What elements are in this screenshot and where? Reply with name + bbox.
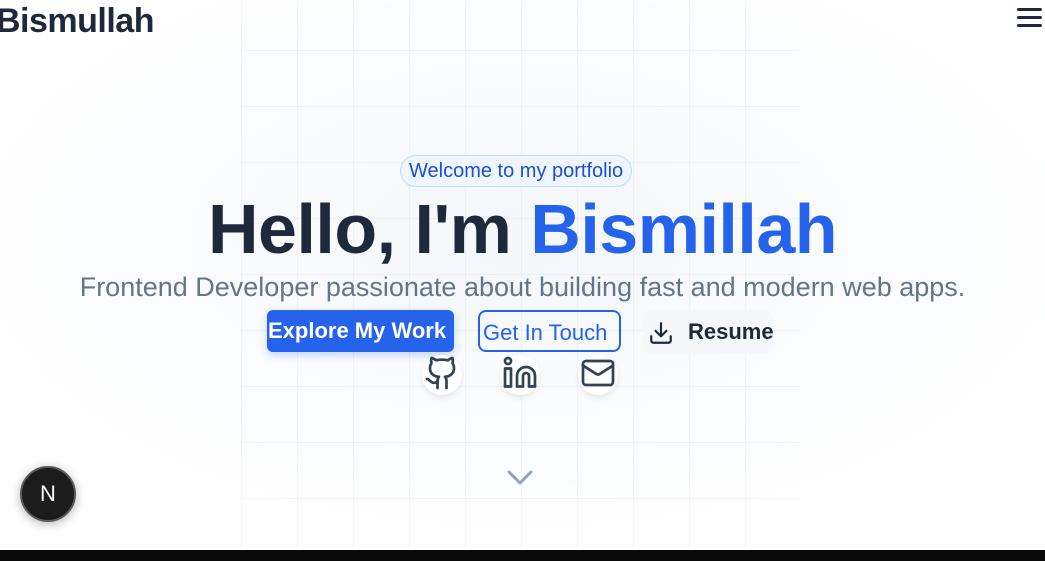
hero-subtitle: Frontend Developer passionate about buil…: [79, 272, 966, 302]
resume-label: Resume: [688, 319, 774, 344]
menu-line: [1017, 24, 1042, 27]
menu-line: [1017, 8, 1042, 11]
chevron-down-icon[interactable]: [504, 466, 536, 488]
nextjs-dev-indicator[interactable]: N: [20, 466, 76, 522]
email-link[interactable]: [578, 355, 618, 395]
welcome-badge: Welcome to my portfolio: [400, 155, 633, 187]
menu-icon[interactable]: [1014, 5, 1044, 31]
resume-button[interactable]: Resume: [643, 310, 774, 354]
mail-icon: [581, 359, 615, 387]
bottom-bar: [0, 550, 1045, 561]
linkedin-icon: [503, 356, 537, 388]
brand-logo[interactable]: Bismullah: [0, 1, 154, 41]
hero-headline: Hello, I'm Bismillah: [0, 188, 1045, 270]
linkedin-link[interactable]: [500, 355, 540, 395]
hero-name: Bismillah: [530, 190, 838, 268]
hero-greeting: Hello, I'm: [207, 190, 512, 268]
download-icon: [650, 322, 672, 344]
explore-work-button[interactable]: Explore My Work: [267, 310, 454, 352]
menu-line: [1017, 16, 1042, 19]
github-link[interactable]: [422, 355, 462, 395]
get-in-touch-button[interactable]: Get In Touch: [478, 310, 621, 352]
github-icon: [425, 356, 456, 390]
